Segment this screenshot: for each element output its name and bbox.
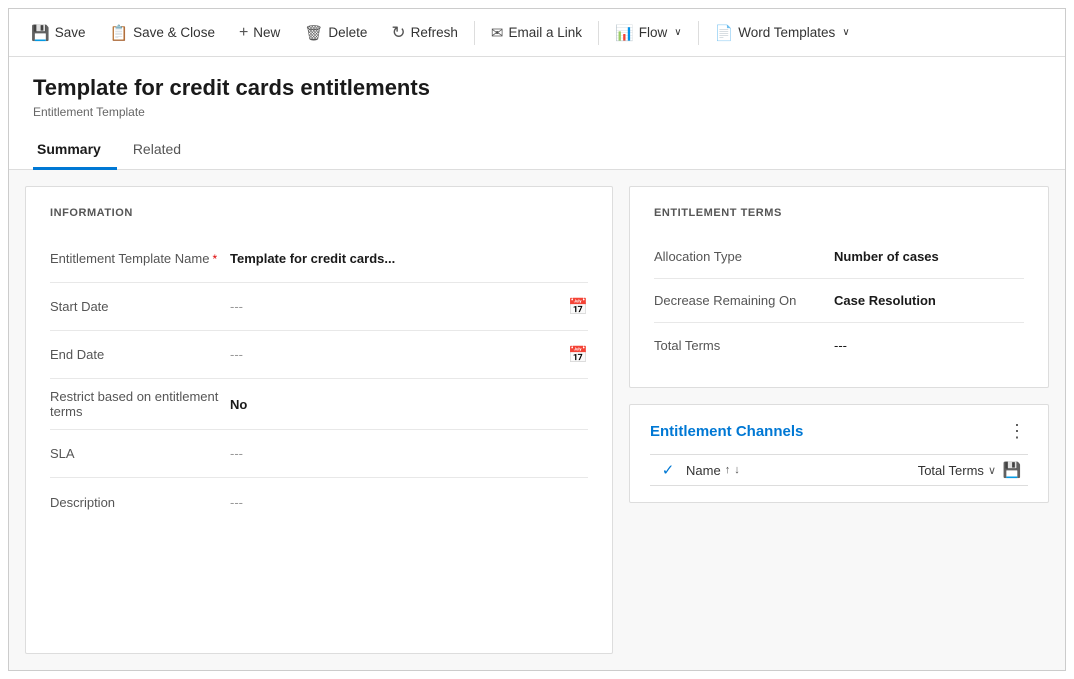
terms-label-total: Total Terms [654, 338, 834, 353]
channels-total-label: Total Terms [918, 463, 984, 478]
field-value-sla[interactable]: --- [230, 446, 588, 461]
toolbar-separator-2 [598, 21, 599, 45]
flow-chevron-icon: ∨ [674, 27, 681, 38]
field-label-sla: SLA [50, 446, 230, 461]
tab-related[interactable]: Related [129, 131, 197, 170]
email-icon: ✉ [491, 24, 504, 42]
toolbar-separator-1 [474, 21, 475, 45]
save-icon: 💾 [31, 24, 50, 42]
content-area: INFORMATION Entitlement Template Name * … [9, 170, 1065, 670]
refresh-button[interactable]: ↻ Refresh [381, 17, 468, 49]
channels-header: Entitlement Channels ⋮ [650, 421, 1028, 442]
terms-value-allocation[interactable]: Number of cases [834, 249, 1024, 264]
entitlement-terms-card: ENTITLEMENT TERMS Allocation Type Number… [629, 186, 1049, 388]
field-value-template-name[interactable]: Template for credit cards... [230, 251, 588, 266]
required-indicator: * [212, 252, 217, 266]
tabs: Summary Related [9, 131, 1065, 170]
channels-total-col[interactable]: Total Terms ∨ [856, 463, 996, 478]
refresh-icon: ↻ [391, 23, 405, 43]
field-template-name: Entitlement Template Name * Template for… [50, 235, 588, 283]
field-label-restrict: Restrict based on entitlement terms [50, 389, 230, 419]
new-icon: + [239, 24, 248, 42]
field-value-start-date[interactable]: --- 📅 [230, 297, 588, 317]
terms-value-total[interactable]: --- [834, 338, 1024, 353]
entitlement-channels-card: Entitlement Channels ⋮ ✓ Name ↑ ↓ Total … [629, 404, 1049, 503]
total-terms-chevron-icon[interactable]: ∨ [988, 464, 996, 477]
flow-button[interactable]: 📊 Flow ∨ [605, 18, 692, 48]
new-button[interactable]: + New [229, 18, 290, 48]
sort-asc-icon[interactable]: ↑ [725, 464, 731, 476]
save-close-icon: 📋 [109, 24, 128, 42]
field-label-start-date: Start Date [50, 299, 230, 314]
information-section-title: INFORMATION [50, 207, 588, 219]
check-icon: ✓ [662, 461, 675, 479]
word-templates-chevron-icon: ∨ [842, 27, 849, 38]
channels-name-col[interactable]: Name ↑ ↓ [686, 463, 856, 478]
toolbar-separator-3 [698, 21, 699, 45]
page-header: Template for credit cards entitlements E… [9, 57, 1065, 119]
channels-save-col: 💾 [996, 461, 1028, 479]
field-description: Description --- [50, 478, 588, 526]
tab-summary[interactable]: Summary [33, 131, 117, 170]
sort-desc-icon[interactable]: ↓ [734, 464, 740, 476]
word-templates-icon: 📄 [715, 24, 734, 42]
channels-title: Entitlement Channels [650, 423, 803, 440]
email-link-button[interactable]: ✉ Email a Link [481, 18, 592, 48]
field-label-end-date: End Date [50, 347, 230, 362]
field-end-date: End Date --- 📅 [50, 331, 588, 379]
page-subtitle: Entitlement Template [33, 105, 1041, 119]
word-templates-button[interactable]: 📄 Word Templates ∨ [705, 18, 860, 48]
field-sla: SLA --- [50, 430, 588, 478]
flow-icon: 📊 [615, 24, 634, 42]
toolbar: 💾 Save 📋 Save & Close + New 🗑 Delete ↻ R… [9, 9, 1065, 57]
end-date-calendar-icon[interactable]: 📅 [568, 345, 588, 365]
right-column: ENTITLEMENT TERMS Allocation Type Number… [629, 186, 1049, 654]
field-value-description[interactable]: --- [230, 495, 588, 510]
channels-more-icon[interactable]: ⋮ [1008, 421, 1028, 442]
save-button[interactable]: 💾 Save [21, 18, 95, 48]
field-value-restrict[interactable]: No [230, 397, 588, 412]
entitlement-terms-title: ENTITLEMENT TERMS [654, 207, 1024, 219]
channels-save-icon[interactable]: 💾 [1003, 461, 1022, 479]
field-restrict: Restrict based on entitlement terms No [50, 379, 588, 430]
field-label-template-name: Entitlement Template Name * [50, 251, 230, 266]
channels-check-col: ✓ [650, 461, 686, 479]
channels-table-header: ✓ Name ↑ ↓ Total Terms ∨ 💾 [650, 454, 1028, 486]
start-date-calendar-icon[interactable]: 📅 [568, 297, 588, 317]
terms-row-total: Total Terms --- [654, 323, 1024, 367]
terms-row-allocation: Allocation Type Number of cases [654, 235, 1024, 279]
terms-row-decrease: Decrease Remaining On Case Resolution [654, 279, 1024, 323]
delete-icon: 🗑 [304, 24, 323, 42]
terms-label-decrease: Decrease Remaining On [654, 293, 834, 308]
save-close-button[interactable]: 📋 Save & Close [99, 18, 224, 48]
information-card: INFORMATION Entitlement Template Name * … [25, 186, 613, 654]
field-label-description: Description [50, 495, 230, 510]
page-title: Template for credit cards entitlements [33, 75, 1041, 101]
field-value-end-date[interactable]: --- 📅 [230, 345, 588, 365]
channels-name-label: Name [686, 463, 721, 478]
delete-button[interactable]: 🗑 Delete [294, 18, 377, 48]
terms-label-allocation: Allocation Type [654, 249, 834, 264]
field-start-date: Start Date --- 📅 [50, 283, 588, 331]
terms-value-decrease[interactable]: Case Resolution [834, 293, 1024, 308]
